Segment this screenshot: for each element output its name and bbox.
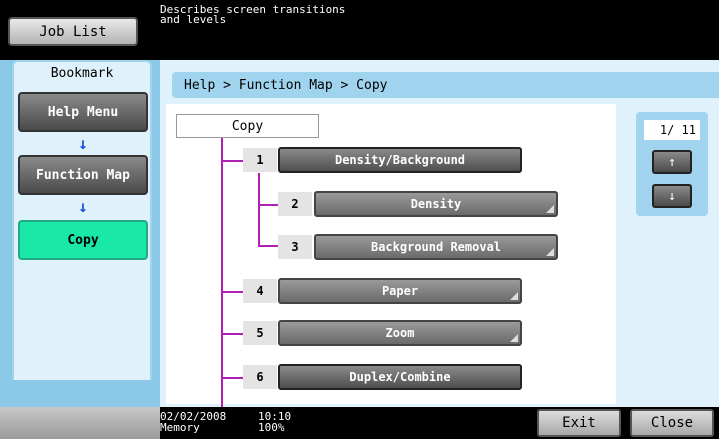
button-label: Density/Background [334, 153, 466, 167]
density-button[interactable]: Density [314, 191, 558, 217]
exit-button[interactable]: Exit [537, 409, 621, 437]
sidebar-item-help-menu[interactable]: Help Menu [18, 92, 148, 132]
sidebar-item-label: Copy [67, 232, 99, 248]
tree-trunk-line [221, 138, 223, 407]
button-label: Density [410, 197, 462, 211]
tree-branch-line [221, 333, 243, 335]
map-item-number: 5 [243, 321, 277, 345]
tree-branch-line [258, 204, 278, 206]
button-label: Paper [381, 284, 419, 298]
map-item-number: 4 [243, 279, 277, 303]
button-label: Duplex/Combine [349, 370, 451, 384]
bookmark-tab-label: Bookmark [50, 66, 114, 81]
message-area: Describes screen transitions and levels [160, 4, 345, 26]
tree-sub-trunk-line [258, 173, 260, 245]
sidebar-item-copy[interactable]: Copy [18, 220, 148, 260]
paper-button[interactable]: Paper [278, 278, 522, 304]
arrow-up-icon: ↑ [668, 154, 676, 170]
background-removal-button[interactable]: Background Removal [314, 234, 558, 260]
arrow-down-icon: ↓ [668, 188, 676, 204]
button-label: Exit [562, 415, 596, 431]
button-label: Background Removal [370, 240, 502, 254]
tree-branch-line [221, 291, 243, 293]
tree-branch-line [221, 377, 243, 379]
map-root-label: Copy [176, 114, 319, 138]
map-item-number: 2 [278, 192, 312, 216]
sidebar-item-label: Help Menu [47, 104, 119, 120]
sidebar-item-function-map[interactable]: Function Map [18, 155, 148, 195]
map-item-number: 1 [243, 148, 277, 172]
map-item-number: 3 [278, 235, 312, 259]
tree-branch-line [221, 160, 243, 162]
breadcrumb: Help > Function Map > Copy [172, 72, 719, 98]
close-button[interactable]: Close [630, 409, 714, 437]
page-up-button[interactable]: ↑ [652, 150, 692, 174]
sidebar-item-label: Function Map [36, 167, 130, 183]
page-indicator: 1/ 11 [644, 120, 700, 140]
memory-label: Memory [160, 421, 200, 434]
status-bar-left [0, 407, 160, 439]
button-label: Zoom [385, 326, 415, 340]
page-down-button[interactable]: ↓ [652, 184, 692, 208]
down-arrow-icon: ↓ [78, 134, 88, 153]
duplex-combine-button[interactable]: Duplex/Combine [278, 364, 522, 390]
memory-value: 100% [258, 421, 285, 434]
density-background-button[interactable]: Density/Background [278, 147, 522, 173]
down-arrow-icon: ↓ [78, 197, 88, 216]
map-item-number: 6 [243, 365, 277, 389]
job-list-button[interactable]: Job List [8, 17, 138, 46]
message-line-2: and levels [160, 13, 227, 26]
button-label: Close [650, 415, 694, 431]
zoom-button[interactable]: Zoom [278, 320, 522, 346]
tree-branch-line [258, 245, 278, 247]
